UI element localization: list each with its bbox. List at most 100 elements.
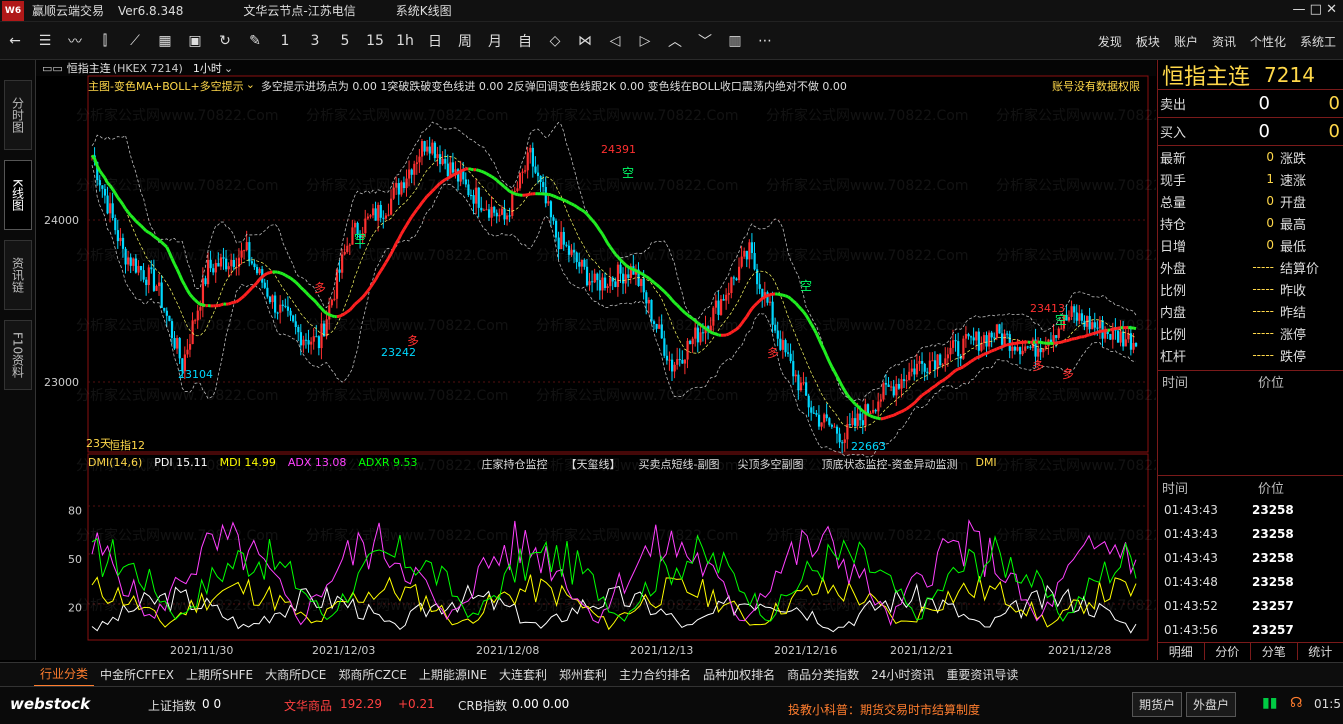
market-tab-4[interactable]: 郑商所CZCE [332, 663, 413, 687]
shrink-icon[interactable]: ⋈ [570, 26, 600, 56]
candle-body [910, 368, 913, 372]
watermark-text: 分析家公式网www.70822.Com [536, 107, 738, 124]
candle-body [781, 340, 785, 350]
dmi-tool-4[interactable]: 顶底状态监控-资金异动监测 [822, 456, 958, 472]
grid-icon[interactable]: ▦ [150, 26, 180, 56]
dmi-name[interactable]: DMI(14,6) [88, 456, 142, 472]
left-icon[interactable]: ◁ [600, 26, 630, 56]
dmi-tool-1[interactable]: 【天玺线】 [566, 456, 621, 472]
ma-line [480, 169, 485, 174]
market-tab-11[interactable]: 24小时资讯 [865, 663, 940, 687]
chart-area[interactable]: ▭▭ 恒指主连 (HKEX 7214) 1小时 ⌄ 主图-变色MA+BOLL+多… [36, 60, 1156, 660]
futures-account-button[interactable]: 期货户 [1132, 692, 1183, 717]
ma-line [789, 297, 795, 303]
dmi-tool-3[interactable]: 尖顶多空副图 [738, 456, 804, 472]
candle-body [923, 363, 926, 372]
ma-line [121, 203, 127, 210]
tab-timeshare[interactable]: 分时图 [4, 80, 32, 150]
right-icon[interactable]: ▷ [630, 26, 660, 56]
menu-0[interactable]: 发现 [1098, 33, 1122, 50]
more-icon[interactable]: ⋯ [750, 26, 780, 56]
back-arrow-icon[interactable]: ← [0, 26, 30, 56]
headset-icon[interactable]: ☊ [1290, 695, 1302, 711]
dmi-tool-2[interactable]: 买卖点短线-副图 [639, 456, 720, 472]
ma-line [933, 382, 939, 388]
candle-body [838, 433, 841, 443]
kline-chart[interactable]: 2439123104232422266323413空多多空空多空多多23天恒指1… [36, 60, 1156, 660]
period-1[interactable]: 3 [300, 26, 330, 56]
list-icon[interactable]: ☰ [30, 26, 60, 56]
quote-row: 总量 0 开盘 [1158, 190, 1343, 212]
ma-line [580, 208, 586, 213]
menu-4[interactable]: 个性化 [1250, 33, 1286, 50]
fan-icon[interactable]: ⟋ [120, 26, 150, 56]
ma-line [941, 377, 947, 382]
candle-body [482, 209, 486, 211]
quote-tab-0[interactable]: 明细 [1158, 643, 1205, 660]
period-0[interactable]: 1 [270, 26, 300, 56]
up-icon[interactable]: ︿ [660, 26, 690, 56]
refresh-icon[interactable]: ↻ [210, 26, 240, 56]
period-5[interactable]: 日 [420, 26, 450, 56]
candle-body [333, 298, 336, 300]
period-3[interactable]: 15 [360, 26, 390, 56]
ma-line [787, 295, 792, 300]
period-7[interactable]: 月 [480, 26, 510, 56]
tab-f10[interactable]: F10资料 [4, 320, 32, 390]
watermark-text: 分析家公式网www.70822.Com [536, 527, 738, 544]
layout-icon[interactable]: ▥ [720, 26, 750, 56]
ma-line [129, 214, 135, 220]
market-tab-8[interactable]: 主力合约排名 [613, 663, 697, 687]
menu-1[interactable]: 板块 [1136, 33, 1160, 50]
ma-line [890, 413, 895, 418]
market-tab-1[interactable]: 中金所CFFEX [94, 663, 180, 687]
ma-line [900, 409, 905, 413]
market-tab-9[interactable]: 品种加权排名 [697, 663, 781, 687]
period-8[interactable]: 自 [510, 26, 540, 56]
quote-tab-2[interactable]: 分笔 [1251, 643, 1298, 660]
menu-2[interactable]: 账户 [1174, 33, 1198, 50]
ma-line [637, 270, 642, 275]
quote-tab-3[interactable]: 统计 [1298, 643, 1343, 660]
foreign-account-button[interactable]: 外盘户 [1186, 692, 1237, 717]
menu-3[interactable]: 资讯 [1212, 33, 1236, 50]
draw-icon[interactable]: ✎ [240, 26, 270, 56]
ma-line [137, 222, 142, 227]
candle-body [619, 264, 622, 274]
tab-kline[interactable]: K线图 [4, 160, 32, 230]
quote-row-label2: 最低 [1280, 239, 1307, 255]
menu-5[interactable]: 系统工 [1300, 33, 1336, 50]
dmi-tool-0[interactable]: 庄家持仓监控 [482, 456, 548, 472]
period-6[interactable]: 周 [450, 26, 480, 56]
market-tab-6[interactable]: 大连套利 [493, 663, 553, 687]
ma-line [578, 207, 583, 212]
tab-news[interactable]: 资讯链 [4, 240, 32, 310]
candle-body [212, 268, 215, 273]
save-icon[interactable]: ▣ [180, 26, 210, 56]
market-tab-5[interactable]: 上期能源INE [413, 663, 493, 687]
market-tab-10[interactable]: 商品分类指数 [781, 663, 865, 687]
period-2[interactable]: 5 [330, 26, 360, 56]
market-tab-3[interactable]: 大商所DCE [259, 663, 332, 687]
down-icon[interactable]: ﹀ [690, 26, 720, 56]
candle-body [596, 273, 599, 281]
period-4[interactable]: 1h [390, 26, 420, 56]
price-axis-label: 23000 [44, 376, 79, 389]
window-controls[interactable]: — □ ✕ [1293, 2, 1337, 17]
market-tab-12[interactable]: 重要资讯导读 [940, 663, 1024, 687]
candle-body [469, 195, 473, 197]
sh-index-label: 上证指数 [148, 699, 197, 713]
quote-row: 比例 ----- 昨收 [1158, 278, 1343, 300]
market-tab-7[interactable]: 郑州套利 [553, 663, 613, 687]
candle-body [204, 278, 207, 285]
candlestick-icon[interactable]: ⫿ [90, 26, 120, 56]
line-chart-icon[interactable]: 〰 [60, 26, 90, 56]
notice-ticker[interactable]: 投教小科普：期货交易时市结算制度 [788, 701, 980, 718]
ma-line [827, 360, 834, 368]
market-tab-2[interactable]: 上期所SHFE [180, 663, 259, 687]
expand-icon[interactable]: ◇ [540, 26, 570, 56]
ma-line [590, 219, 596, 224]
quote-tab-1[interactable]: 分价 [1205, 643, 1251, 660]
dmi-tool-5[interactable]: DMI [975, 456, 996, 472]
market-tab-0[interactable]: 行业分类 [34, 663, 95, 687]
